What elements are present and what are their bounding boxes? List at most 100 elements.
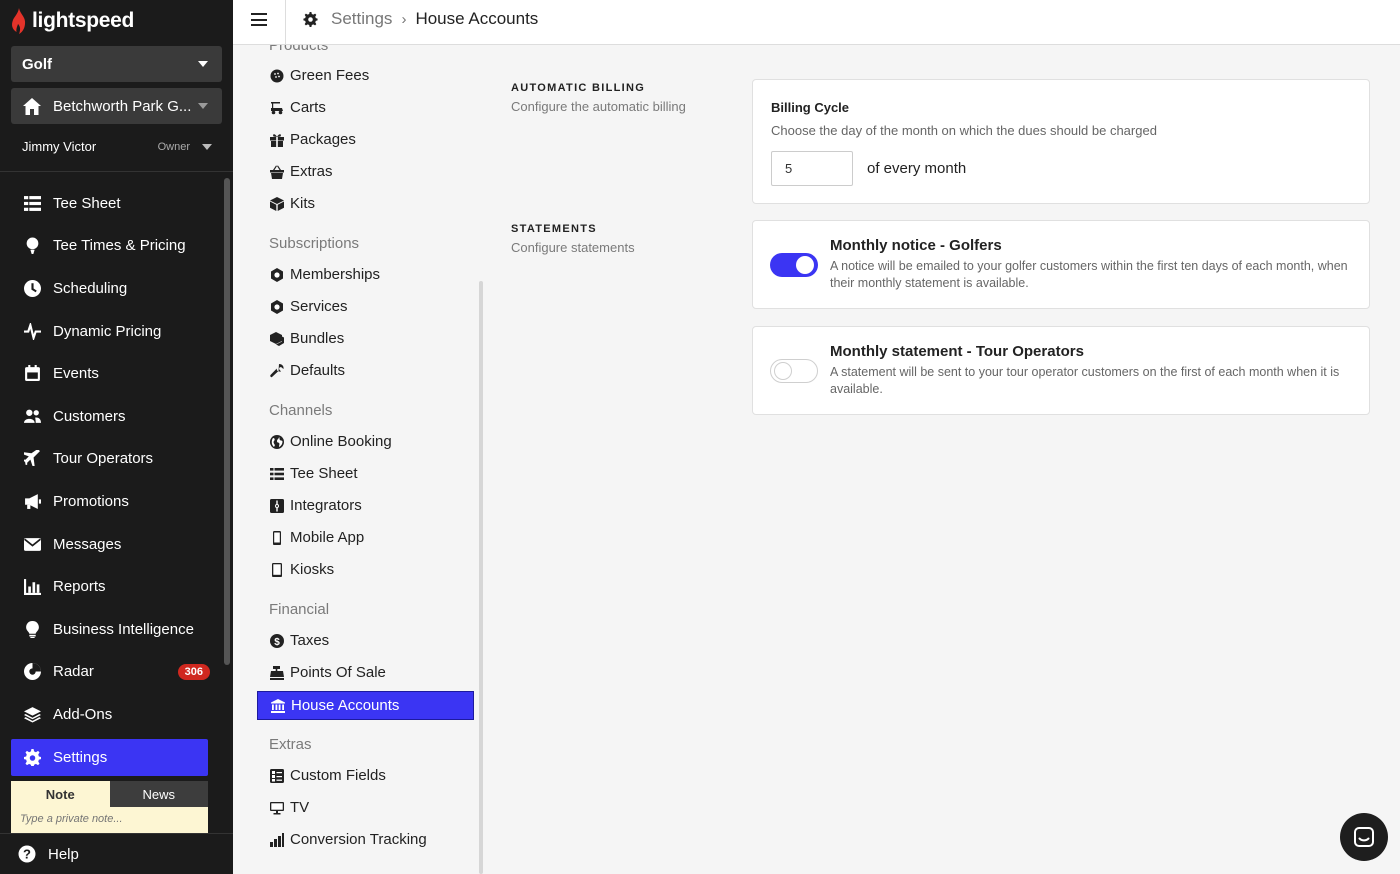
subnav-item-services[interactable]: Services <box>257 292 474 321</box>
subnav-item-integrators[interactable]: Integrators <box>257 491 474 520</box>
subnav-item-tv[interactable]: TV <box>257 793 474 822</box>
nav-item-promotions[interactable]: Promotions <box>0 480 222 523</box>
subnav-item-tee-sheet[interactable]: Tee Sheet <box>257 459 474 488</box>
billing-cycle-card: Billing Cycle Choose the day of the mont… <box>752 79 1370 204</box>
nav-item-customers[interactable]: Customers <box>0 395 222 438</box>
nav-item-reports[interactable]: Reports <box>0 565 222 608</box>
subnav-item-packages[interactable]: Packages <box>257 125 474 154</box>
help-link[interactable]: ? Help <box>0 833 233 874</box>
subnav-group-extras: Extras <box>269 736 312 753</box>
chat-icon <box>1354 827 1374 847</box>
subnav-item-green-fees[interactable]: Green Fees <box>257 61 474 90</box>
course-select[interactable]: Betchworth Park G... <box>11 88 222 124</box>
subnav-item-label: Memberships <box>290 266 381 283</box>
support-chat-button[interactable] <box>1340 813 1388 861</box>
breadcrumb-current: House Accounts <box>415 9 539 28</box>
subnav-item-kiosks[interactable]: Kiosks <box>257 555 474 584</box>
wrench-icon <box>269 363 284 378</box>
private-note-input[interactable] <box>11 807 208 831</box>
nav-item-messages[interactable]: Messages <box>0 523 222 566</box>
main-nav: Tee Sheet Tee Times & Pricing Scheduling… <box>0 182 222 779</box>
toggle-knob <box>774 362 792 380</box>
subnav-item-label: Custom Fields <box>290 767 386 784</box>
course-select-value: Betchworth Park G... <box>53 97 192 115</box>
subnav-item-conversion-tracking[interactable]: Conversion Tracking <box>257 825 474 854</box>
subnav-item-defaults[interactable]: Defaults <box>257 356 474 385</box>
tab-note[interactable]: Note <box>11 781 110 807</box>
nav-item-business-intelligence[interactable]: Business Intelligence <box>0 608 222 651</box>
billing-day-input[interactable] <box>771 151 853 186</box>
lightbulb-icon <box>22 619 42 639</box>
bar-chart-icon <box>22 577 42 597</box>
tablet-icon <box>269 562 284 577</box>
subnav-item-label: Conversion Tracking <box>290 831 427 848</box>
nav-item-label: Tour Operators <box>53 450 154 468</box>
caret-down-icon <box>198 61 208 67</box>
golfers-notice-desc: A notice will be emailed to your golfer … <box>830 259 1348 290</box>
business-select[interactable]: Golf <box>11 46 222 82</box>
caret-down-icon <box>198 103 208 109</box>
subnav-item-label: Points Of Sale <box>290 664 386 681</box>
nav-item-dynamic-pricing[interactable]: Dynamic Pricing <box>0 310 222 353</box>
subnav-item-taxes[interactable]: $ Taxes <box>257 626 474 655</box>
subnav-item-memberships[interactable]: Memberships <box>257 260 474 289</box>
mobile-phone-icon <box>269 530 284 545</box>
nav-item-tee-sheet[interactable]: Tee Sheet <box>0 182 222 225</box>
subnav-item-bundles[interactable]: Bundles <box>257 324 474 353</box>
subnav-item-label: Green Fees <box>290 67 370 84</box>
nav-item-scheduling[interactable]: Scheduling <box>0 267 222 310</box>
gear-icon <box>303 11 318 27</box>
nav-item-label: Dynamic Pricing <box>53 322 162 340</box>
subnav-group-channels: Channels <box>269 402 333 419</box>
user-menu[interactable]: Jimmy Victor Owner <box>22 139 212 157</box>
breadcrumb-settings-link[interactable]: Settings <box>331 9 392 29</box>
subnav-item-label: Integrators <box>290 497 362 514</box>
nav-item-tour-operators[interactable]: Tour Operators <box>0 438 222 481</box>
subnav-item-kits[interactable]: Kits <box>257 189 474 218</box>
subnav-group-products: Products <box>269 45 329 54</box>
private-note-widget: Note News <box>11 781 208 833</box>
nav-item-settings[interactable]: Settings <box>11 738 208 776</box>
nav-item-radar[interactable]: Radar 306 <box>0 651 222 694</box>
subnav-item-mobile-app[interactable]: Mobile App <box>257 523 474 552</box>
golfers-notice-toggle[interactable] <box>770 253 818 277</box>
question-circle-icon: ? <box>18 845 36 863</box>
caret-down-icon <box>202 144 212 150</box>
tour-operators-statement-toggle[interactable] <box>770 359 818 383</box>
lightspeed-logo[interactable]: lightspeed <box>10 6 134 36</box>
pulse-icon <box>22 321 42 341</box>
billing-cycle-desc: Choose the day of the month on which the… <box>771 123 1157 138</box>
nav-item-label: Settings <box>53 748 108 766</box>
basket-icon <box>269 164 284 179</box>
hamburger-menu-icon[interactable] <box>251 13 267 27</box>
subnav-item-label: Packages <box>290 131 356 148</box>
sidebar-scrollbar[interactable] <box>224 178 230 665</box>
svg-text:?: ? <box>23 847 31 862</box>
billing-day-suffix: of every month <box>867 160 967 177</box>
nav-item-label: Tee Sheet <box>53 194 121 212</box>
subnav-scrollbar[interactable] <box>479 281 483 874</box>
gift-icon <box>269 132 284 147</box>
tab-news[interactable]: News <box>109 781 208 807</box>
subnav-item-label: Tee Sheet <box>290 465 358 482</box>
subnav-item-label: Services <box>290 298 348 315</box>
subnav-item-custom-fields[interactable]: Custom Fields <box>257 761 474 790</box>
nav-item-add-ons[interactable]: Add-Ons <box>0 693 222 736</box>
nav-item-label: Radar <box>53 663 94 681</box>
nav-item-tee-times-pricing[interactable]: Tee Times & Pricing <box>0 225 222 268</box>
chevron-right-icon: › <box>401 10 407 28</box>
subnav-item-label: Defaults <box>290 362 346 379</box>
toggle-knob <box>796 256 814 274</box>
nav-item-events[interactable]: Events <box>0 352 222 395</box>
settings-subnav: Products Green Fees Carts Packages Extra… <box>233 45 483 874</box>
nav-item-label: Promotions <box>53 492 129 510</box>
subnav-item-house-accounts[interactable]: House Accounts <box>257 691 474 720</box>
breadcrumb: Settings › House Accounts <box>303 0 538 38</box>
subnav-item-points-of-sale[interactable]: Points Of Sale <box>257 658 474 687</box>
note-tabs: Note News <box>11 781 208 807</box>
subnav-item-label: Extras <box>290 163 333 180</box>
statements-title: STATEMENTS <box>511 223 597 235</box>
subnav-item-online-booking[interactable]: Online Booking <box>257 427 474 456</box>
subnav-item-extras[interactable]: Extras <box>257 157 474 186</box>
subnav-item-carts[interactable]: Carts <box>257 93 474 122</box>
